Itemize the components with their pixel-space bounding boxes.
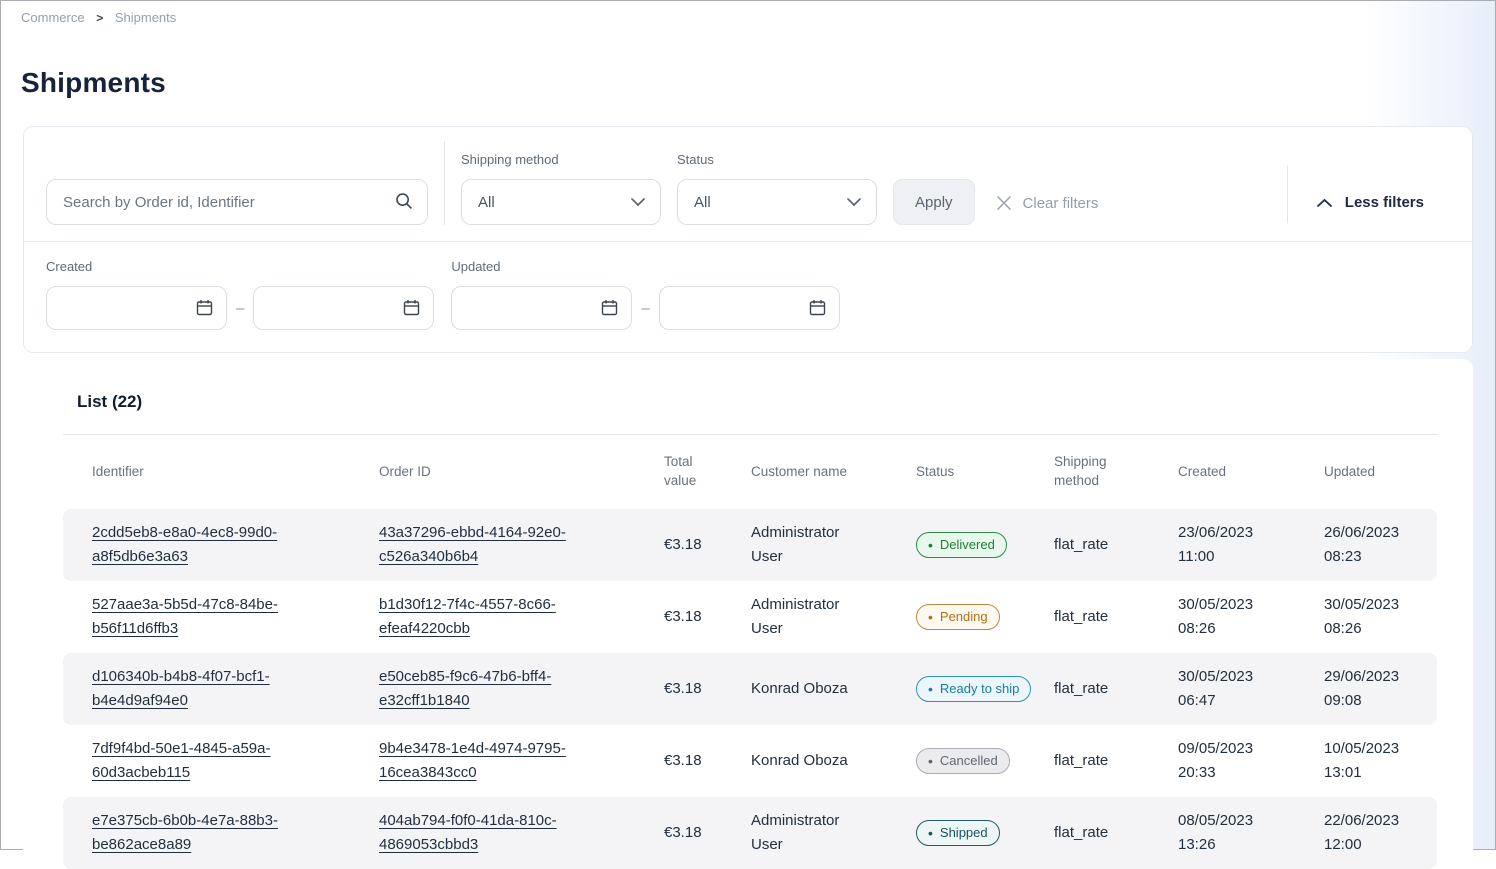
updated-from-field — [451, 286, 632, 330]
identifier-link[interactable]: e7e375cb-6b0b-4e7a-88b3-be862ace8a89 — [92, 812, 278, 853]
date-range-separator: – — [641, 300, 649, 317]
less-filters-label: Less filters — [1345, 194, 1424, 211]
close-icon — [995, 194, 1013, 212]
shipping-method: flat_rate — [1054, 605, 1178, 629]
created-from-field — [46, 286, 227, 330]
calendar-icon[interactable] — [402, 298, 421, 317]
filter-divider — [1287, 165, 1288, 223]
table-row: 7df9f4bd-50e1-4845-a59a-60d3acbeb115 9b4… — [63, 725, 1437, 797]
status-badge: Ready to ship — [916, 676, 1031, 702]
identifier-link[interactable]: 7df9f4bd-50e1-4845-a59a-60d3acbeb115 — [92, 740, 270, 781]
search-input[interactable] — [46, 179, 428, 225]
status-badge: Pending — [916, 604, 1000, 630]
status-select[interactable]: All — [677, 179, 877, 225]
table-row: e7e375cb-6b0b-4e7a-88b3-be862ace8a89 404… — [63, 797, 1437, 869]
column-header-total-value: Total value — [664, 453, 751, 491]
column-header-customer-name: Customer name — [751, 463, 916, 482]
filter-panel: Shipping method All Status All — [23, 126, 1473, 353]
calendar-icon[interactable] — [600, 298, 619, 317]
shipping-method-label: Shipping method — [461, 152, 661, 167]
updated-filter-label: Updated — [451, 259, 839, 274]
table-body: 2cdd5eb8-e8a0-4ec8-99d0-a8f5db6e3a63 43a… — [63, 509, 1437, 869]
column-header-created: Created — [1178, 463, 1324, 482]
created-date: 30/05/2023 08:26 — [1178, 593, 1324, 641]
table-row: d106340b-b4b8-4f07-bcf1-b4e4d9af94e0 e50… — [63, 653, 1437, 725]
chevron-down-icon — [846, 197, 862, 207]
calendar-icon[interactable] — [195, 298, 214, 317]
customer-name: Konrad Oboza — [751, 677, 916, 701]
status-badge: Delivered — [916, 532, 1007, 558]
customer-name: Administrator User — [751, 593, 916, 641]
total-value: €3.18 — [664, 677, 751, 701]
list-title: List (22) — [77, 392, 1437, 412]
chevron-down-icon — [630, 197, 646, 207]
breadcrumb-commerce[interactable]: Commerce — [21, 10, 85, 25]
status-value: All — [694, 194, 711, 211]
table-row: 2cdd5eb8-e8a0-4ec8-99d0-a8f5db6e3a63 43a… — [63, 509, 1437, 581]
column-header-updated: Updated — [1324, 463, 1453, 482]
breadcrumb: Commerce > Shipments — [1, 1, 1495, 25]
customer-name: Konrad Oboza — [751, 749, 916, 773]
status-badge: Shipped — [916, 820, 1000, 846]
updated-date: 26/06/2023 08:23 — [1324, 521, 1453, 569]
column-header-status: Status — [916, 463, 1054, 482]
calendar-icon[interactable] — [808, 298, 827, 317]
shipping-method-select[interactable]: All — [461, 179, 661, 225]
clear-filters-label: Clear filters — [1023, 195, 1099, 212]
order-id-link[interactable]: 404ab794-f0f0-41da-810c-4869053cbbd3 — [379, 812, 557, 853]
filter-divider — [444, 141, 445, 225]
customer-name: Administrator User — [751, 521, 916, 569]
table-header-row: Identifier Order ID Total value Customer… — [63, 435, 1437, 509]
shipping-method: flat_rate — [1054, 821, 1178, 845]
column-header-order-id: Order ID — [379, 463, 664, 482]
less-filters-toggle[interactable]: Less filters — [1316, 194, 1424, 211]
order-id-link[interactable]: e50ceb85-f9c6-47b6-bff4-e32cff1b1840 — [379, 668, 551, 709]
table-row: 527aae3a-5b5d-47c8-84be-b56f11d6ffb3 b1d… — [63, 581, 1437, 653]
breadcrumb-shipments[interactable]: Shipments — [115, 10, 176, 25]
shipments-list-panel: List (22) Identifier Order ID Total valu… — [23, 359, 1473, 869]
identifier-link[interactable]: 527aae3a-5b5d-47c8-84be-b56f11d6ffb3 — [92, 596, 278, 637]
total-value: €3.18 — [664, 749, 751, 773]
updated-date: 30/05/2023 08:26 — [1324, 593, 1453, 641]
total-value: €3.18 — [664, 533, 751, 557]
chevron-up-icon — [1316, 198, 1333, 208]
total-value: €3.18 — [664, 821, 751, 845]
updated-date: 29/06/2023 09:08 — [1324, 665, 1453, 713]
updated-to-field — [659, 286, 840, 330]
search-icon — [394, 191, 414, 211]
identifier-link[interactable]: d106340b-b4b8-4f07-bcf1-b4e4d9af94e0 — [92, 668, 270, 709]
clear-filters-button[interactable]: Clear filters — [995, 194, 1099, 212]
column-header-shipping-method: Shipping method — [1054, 453, 1178, 491]
search-field — [46, 179, 428, 225]
created-filter-label: Created — [46, 259, 434, 274]
column-header-identifier: Identifier — [92, 463, 379, 482]
shipping-method: flat_rate — [1054, 677, 1178, 701]
order-id-link[interactable]: b1d30f12-7f4c-4557-8c66-efeaf4220cbb — [379, 596, 556, 637]
apply-button[interactable]: Apply — [893, 179, 975, 225]
order-id-link[interactable]: 9b4e3478-1e4d-4974-9795-16cea3843cc0 — [379, 740, 566, 781]
created-date: 23/06/2023 11:00 — [1178, 521, 1324, 569]
status-label: Status — [677, 152, 877, 167]
created-date: 30/05/2023 06:47 — [1178, 665, 1324, 713]
created-to-field — [253, 286, 434, 330]
shipping-method: flat_rate — [1054, 533, 1178, 557]
shipping-method-value: All — [478, 194, 495, 211]
identifier-link[interactable]: 2cdd5eb8-e8a0-4ec8-99d0-a8f5db6e3a63 — [92, 524, 277, 565]
breadcrumb-separator: > — [96, 11, 103, 25]
created-date: 09/05/2023 20:33 — [1178, 737, 1324, 785]
page-title: Shipments — [21, 67, 1495, 99]
updated-date: 10/05/2023 13:01 — [1324, 737, 1453, 785]
total-value: €3.18 — [664, 605, 751, 629]
shipping-method: flat_rate — [1054, 749, 1178, 773]
date-range-separator: – — [236, 300, 244, 317]
order-id-link[interactable]: 43a37296-ebbd-4164-92e0-c526a340b6b4 — [379, 524, 566, 565]
status-badge: Cancelled — [916, 748, 1010, 774]
